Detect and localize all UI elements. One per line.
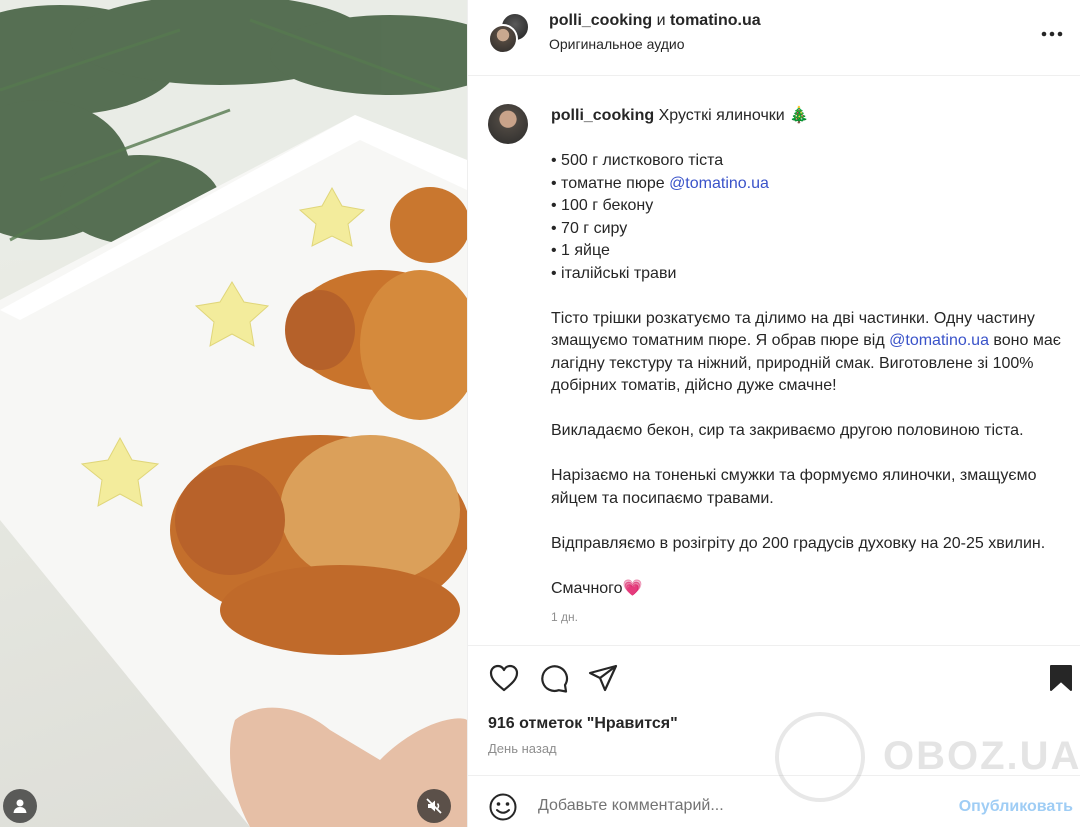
collaborator-username-link[interactable]: tomatino.ua bbox=[670, 12, 761, 29]
heart-icon bbox=[489, 664, 519, 692]
tagged-users-button[interactable] bbox=[3, 789, 37, 823]
speaker-muted-icon bbox=[426, 798, 442, 814]
ingredient-item: • томатне пюре @tomatino.ua bbox=[551, 174, 769, 192]
smiley-icon bbox=[489, 793, 517, 821]
caption-section[interactable]: polli_cooking Хрусткі ялиночки 🎄 • 500 г… bbox=[468, 77, 1080, 645]
caption-paragraph: Тісто трішки розкатуємо та ділимо на дві… bbox=[551, 309, 1061, 395]
comment-bar: Опубликовать bbox=[468, 775, 1080, 827]
caption-timestamp[interactable]: 1 дн. bbox=[551, 606, 1079, 629]
mention-link[interactable]: @tomatino.ua bbox=[889, 332, 989, 349]
collab-avatars[interactable] bbox=[488, 12, 532, 56]
caption-paragraph: Відправляємо в розігріту до 200 градусів… bbox=[551, 534, 1046, 552]
header-usernames: polli_cooking и tomatino.ua bbox=[549, 12, 761, 30]
caption-author-avatar[interactable] bbox=[488, 104, 528, 144]
caption-username-link[interactable]: polli_cooking bbox=[551, 107, 654, 124]
actions-bar: 916 отметок "Нравится" День назад bbox=[468, 645, 1080, 775]
comment-button[interactable] bbox=[538, 662, 570, 694]
post-date[interactable]: День назад bbox=[488, 741, 557, 756]
conjunction-text: и bbox=[656, 12, 666, 29]
caption-text: polli_cooking Хрусткі ялиночки 🎄 • 500 г… bbox=[551, 105, 1079, 629]
author-username-link[interactable]: polli_cooking bbox=[549, 12, 652, 29]
comment-bubble-icon bbox=[541, 665, 569, 693]
post-details-panel: polli_cooking и tomatino.ua Оригинальное… bbox=[467, 0, 1080, 827]
caption-title: Хрусткі ялиночки 🎄 bbox=[658, 107, 810, 124]
ingredient-item: • 100 г бекону bbox=[551, 197, 654, 214]
ingredient-item: • італійські трави bbox=[551, 264, 677, 282]
mention-link[interactable]: @tomatino.ua bbox=[669, 175, 769, 192]
likes-count[interactable]: 916 отметок "Нравится" bbox=[488, 715, 678, 733]
comment-input[interactable] bbox=[538, 793, 938, 819]
caption-paragraph: Викладаємо бекон, сир та закриваємо друг… bbox=[551, 422, 1024, 439]
mute-button[interactable] bbox=[417, 789, 451, 823]
emoji-button[interactable] bbox=[488, 792, 518, 822]
ingredient-item: • 1 яйце bbox=[551, 242, 610, 259]
audio-link[interactable]: Оригинальное аудио bbox=[549, 36, 685, 52]
post-media[interactable] bbox=[0, 0, 467, 827]
post-header: polli_cooking и tomatino.ua Оригинальное… bbox=[468, 0, 1080, 76]
user-icon bbox=[13, 799, 27, 813]
author-avatar[interactable] bbox=[488, 24, 518, 54]
bookmark-icon bbox=[1050, 665, 1072, 691]
ingredient-item: • 70 г сиру bbox=[551, 219, 628, 237]
food-photo bbox=[0, 0, 467, 827]
more-options-button[interactable] bbox=[1037, 22, 1067, 46]
ingredient-item: • 500 г листкового тіста bbox=[551, 152, 724, 169]
publish-button[interactable]: Опубликовать bbox=[959, 798, 1073, 816]
paper-plane-icon bbox=[588, 664, 618, 692]
caption-paragraph: Смачного💗 bbox=[551, 579, 643, 597]
save-button[interactable] bbox=[1045, 662, 1077, 694]
share-button[interactable] bbox=[587, 662, 619, 694]
more-horizontal-icon bbox=[1041, 31, 1063, 37]
like-button[interactable] bbox=[488, 662, 520, 694]
caption-paragraph: Нарізаємо на тоненькі смужки та формуємо… bbox=[551, 467, 1037, 507]
